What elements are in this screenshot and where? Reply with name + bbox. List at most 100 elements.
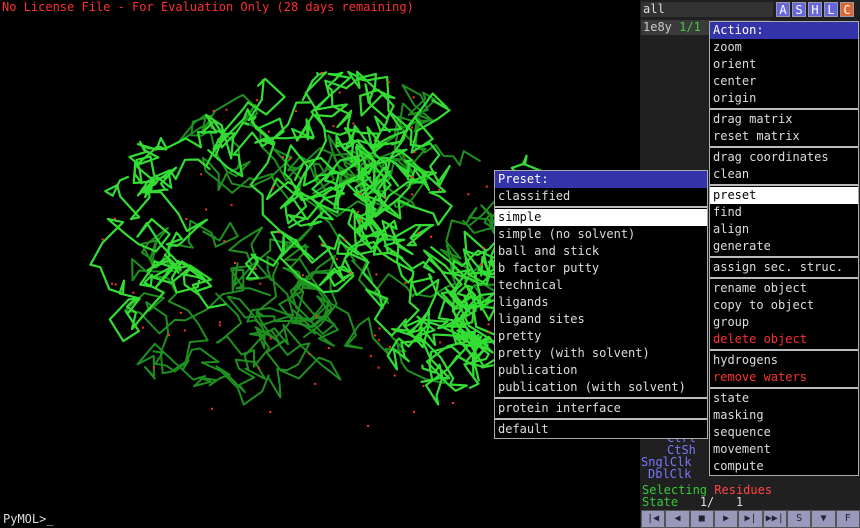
action-item-movement[interactable]: movement bbox=[710, 441, 858, 458]
action-item-group[interactable]: group bbox=[710, 314, 858, 331]
water-molecule bbox=[439, 341, 442, 344]
water-molecule bbox=[384, 196, 387, 199]
water-molecule bbox=[417, 231, 420, 234]
show-button[interactable]: S bbox=[792, 2, 806, 17]
preset-item-technical[interactable]: technical bbox=[495, 277, 707, 294]
preset-item-publication-with-solvent[interactable]: publication (with solvent) bbox=[495, 379, 707, 396]
preset-item-b-factor-putty[interactable]: b factor putty bbox=[495, 260, 707, 277]
preset-item-simple-no-solvent[interactable]: simple (no solvent) bbox=[495, 226, 707, 243]
preset-item-classified[interactable]: classified bbox=[495, 188, 707, 205]
water-molecule bbox=[411, 176, 414, 178]
water-molecule bbox=[212, 110, 215, 112]
water-molecule bbox=[480, 263, 483, 266]
water-molecule bbox=[412, 96, 415, 99]
preset-item-ligands[interactable]: ligands bbox=[495, 294, 707, 311]
label-button[interactable]: L bbox=[824, 2, 838, 17]
water-molecule bbox=[200, 173, 203, 176]
water-molecule bbox=[211, 407, 213, 410]
action-item-remove-waters[interactable]: remove waters bbox=[710, 369, 858, 386]
action-item-preset[interactable]: preset bbox=[710, 187, 858, 204]
water-molecule bbox=[438, 188, 441, 191]
state-value: 1/ 1 bbox=[699, 495, 744, 509]
water-molecule bbox=[482, 246, 485, 249]
preset-item-ball-and-stick[interactable]: ball and stick bbox=[495, 243, 707, 260]
preset-item-publication[interactable]: publication bbox=[495, 362, 707, 379]
action-item-masking[interactable]: masking bbox=[710, 407, 858, 424]
end-button[interactable]: ▶▶| bbox=[763, 511, 786, 527]
water-molecule bbox=[185, 218, 188, 220]
preset-item-pretty[interactable]: pretty bbox=[495, 328, 707, 345]
action-item-clean[interactable]: clean bbox=[710, 166, 858, 183]
action-menu-title: Action: bbox=[710, 22, 858, 39]
play-button[interactable]: ▶ bbox=[714, 511, 738, 527]
rewind-button[interactable]: |◀ bbox=[642, 511, 665, 527]
water-molecule bbox=[205, 208, 208, 211]
water-molecule bbox=[367, 424, 370, 427]
action-item-copy-to-object[interactable]: copy to object bbox=[710, 297, 858, 314]
water-molecule bbox=[259, 282, 262, 285]
action-item-rename-object[interactable]: rename object bbox=[710, 280, 858, 297]
water-molecule bbox=[223, 240, 226, 243]
water-molecule bbox=[301, 274, 304, 277]
action-item-origin[interactable]: origin bbox=[710, 90, 858, 107]
preset-item-simple[interactable]: simple bbox=[495, 209, 707, 226]
water-molecule bbox=[113, 217, 116, 220]
water-molecule bbox=[369, 355, 372, 358]
water-molecule bbox=[141, 326, 144, 329]
preset-item-protein-interface[interactable]: protein interface bbox=[495, 400, 707, 417]
water-molecule bbox=[152, 366, 155, 369]
action-item-center[interactable]: center bbox=[710, 73, 858, 90]
forward-button[interactable]: ▶| bbox=[739, 511, 762, 527]
hide-button[interactable]: H bbox=[808, 2, 822, 17]
action-item-hydrogens[interactable]: hydrogens bbox=[710, 352, 858, 369]
action-item-delete-object[interactable]: delete object bbox=[710, 331, 858, 348]
action-item-drag-matrix[interactable]: drag matrix bbox=[710, 111, 858, 128]
action-item-state[interactable]: state bbox=[710, 390, 858, 407]
state-label: State bbox=[642, 495, 679, 509]
water-molecule bbox=[327, 347, 330, 350]
preset-item-default[interactable]: default bbox=[495, 421, 707, 438]
action-button[interactable]: A bbox=[776, 2, 790, 17]
water-molecule bbox=[183, 329, 186, 332]
action-item-find[interactable]: find bbox=[710, 204, 858, 221]
color-button[interactable]: C bbox=[840, 2, 854, 17]
back-button[interactable]: ◀ bbox=[666, 511, 689, 527]
action-item-sequence[interactable]: sequence bbox=[710, 424, 858, 441]
water-molecule bbox=[467, 193, 470, 196]
action-item-assign-sec-struc[interactable]: assign sec. struc. bbox=[710, 259, 858, 276]
water-molecule bbox=[387, 81, 390, 84]
water-molecule bbox=[485, 185, 488, 188]
preset-item-pretty-with-solvent[interactable]: pretty (with solvent) bbox=[495, 345, 707, 362]
license-notice: No License File - For Evaluation Only (2… bbox=[2, 0, 414, 14]
menu-separator bbox=[710, 349, 858, 351]
water-molecule bbox=[373, 334, 376, 337]
command-prompt: PyMOL>_ bbox=[3, 512, 54, 526]
menu-separator bbox=[710, 184, 858, 186]
stop-button[interactable]: ■ bbox=[690, 511, 713, 527]
action-item-generate[interactable]: generate bbox=[710, 238, 858, 255]
backbone-trace bbox=[89, 217, 213, 343]
action-item-compute[interactable]: compute bbox=[710, 458, 858, 475]
menu-separator bbox=[710, 277, 858, 279]
action-item-align[interactable]: align bbox=[710, 221, 858, 238]
water-molecule bbox=[180, 311, 182, 314]
water-molecule bbox=[267, 130, 270, 133]
preset-item-ligand-sites[interactable]: ligand sites bbox=[495, 311, 707, 328]
command-line[interactable]: PyMOL>_ bbox=[0, 510, 640, 528]
water-molecule bbox=[225, 108, 228, 111]
action-item-zoom[interactable]: zoom bbox=[710, 39, 858, 56]
water-molecule bbox=[314, 382, 317, 385]
action-item-reset-matrix[interactable]: reset matrix bbox=[710, 128, 858, 145]
action-item-drag-coordinates[interactable]: drag coordinates bbox=[710, 149, 858, 166]
movie-controls: |◀ ◀ ■ ▶ ▶| ▶▶| S ▼ F bbox=[641, 510, 860, 528]
water-molecule bbox=[320, 72, 323, 74]
menu-separator bbox=[710, 108, 858, 110]
action-item-orient[interactable]: orient bbox=[710, 56, 858, 73]
sequence-toggle-button[interactable]: S bbox=[787, 511, 811, 527]
fullscreen-button[interactable]: F bbox=[836, 511, 859, 527]
object-all-header[interactable]: all bbox=[641, 2, 773, 17]
water-molecule bbox=[377, 339, 380, 342]
water-molecule bbox=[349, 271, 352, 274]
water-molecule bbox=[132, 291, 135, 294]
full-menu-button[interactable]: ▼ bbox=[812, 511, 835, 527]
